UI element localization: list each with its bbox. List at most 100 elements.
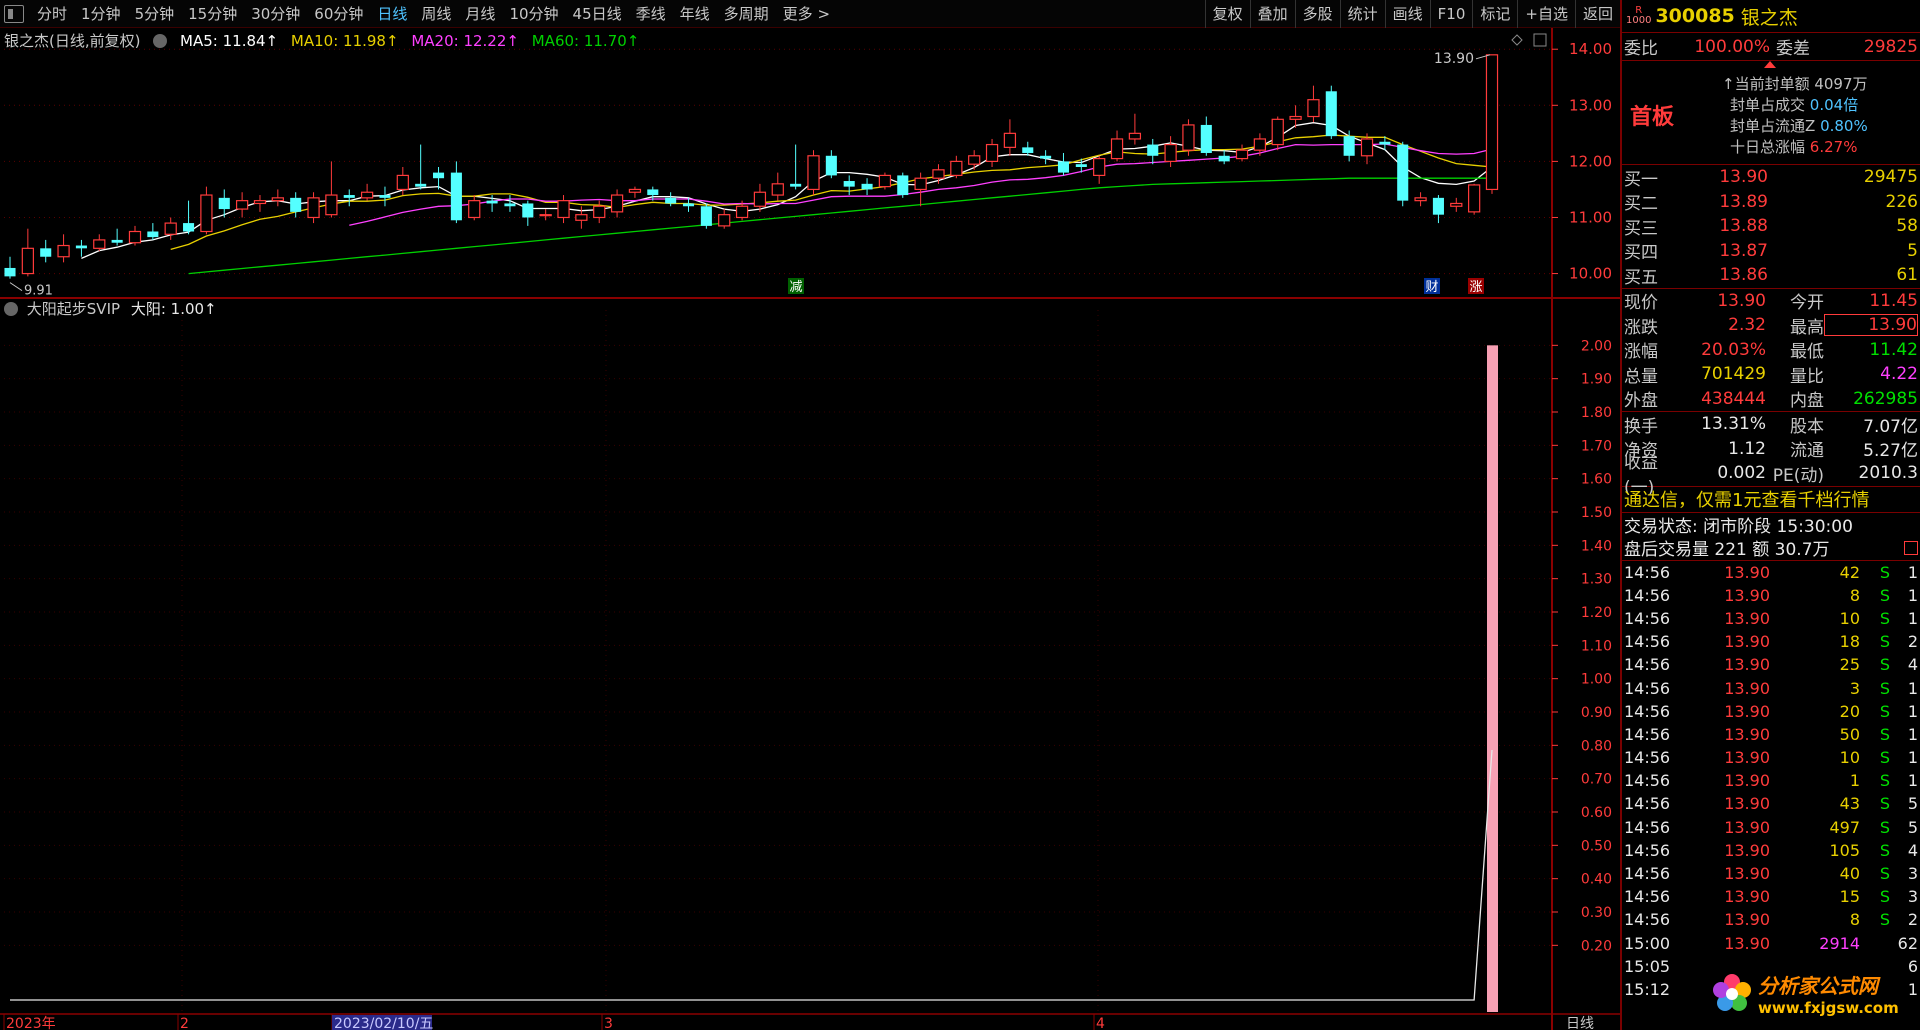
y-tick-label: 1.30	[1581, 572, 1612, 588]
y-tick-label: 1.70	[1581, 438, 1612, 454]
fundamentals-grid: 换手 13.31% 股本 7.07亿 净资 1.12 流通 5.27亿 收益(一) 0.002 PE…	[1622, 411, 1920, 498]
tool-button[interactable]: 标记	[1472, 0, 1517, 28]
promo-link[interactable]: 通达信，仅需1元查看千档行情	[1622, 485, 1920, 512]
flower-logo-icon	[1710, 972, 1754, 1016]
period-tab[interactable]: 季线	[629, 3, 673, 24]
candle-body	[1182, 124, 1195, 151]
y-tick-label: 0.60	[1581, 805, 1612, 821]
candle-body	[75, 245, 87, 249]
tool-button[interactable]: 画线	[1384, 0, 1430, 28]
collapse-arrow-icon[interactable]	[1764, 61, 1776, 68]
candle	[1003, 119, 1017, 156]
candle	[593, 200, 606, 224]
candle	[1485, 54, 1499, 194]
x-tick-label: 2023/02/10/五	[334, 1016, 433, 1030]
y-tick-label: 0.20	[1581, 938, 1612, 954]
x-tick-label: 2	[180, 1016, 189, 1030]
candle-body	[1218, 155, 1230, 162]
candle	[1307, 85, 1320, 123]
candle	[790, 144, 802, 190]
candle	[878, 172, 892, 190]
candle-body	[307, 197, 320, 219]
candle-body	[432, 172, 445, 179]
signal-line	[10, 749, 1493, 1001]
candle	[1432, 195, 1444, 224]
candle	[111, 228, 123, 246]
tool-button[interactable]: 返回	[1574, 0, 1620, 28]
tick-list[interactable]: 14:56 13.90 42 S 1 14:56 13.90 8 S 1 14:56 13.90 10 S…	[1622, 559, 1920, 1002]
event-tag-label: 涨	[1469, 280, 1482, 295]
candle-body	[379, 195, 391, 198]
period-tab[interactable]: 分时	[30, 3, 74, 24]
candle-body	[360, 191, 374, 199]
calendar-icon[interactable]	[1904, 540, 1918, 555]
candle-body	[147, 231, 159, 238]
candle	[771, 172, 784, 201]
candle-body	[128, 230, 142, 244]
candle-body	[1450, 202, 1463, 207]
tick-row: 14:56 13.90 25 S 4	[1624, 655, 1918, 675]
y-tick-label: 0.80	[1581, 738, 1612, 754]
ma-line-ma60	[188, 177, 1492, 275]
period-tab[interactable]: 30分钟	[244, 3, 307, 24]
period-tab[interactable]: 更多 >	[776, 3, 837, 24]
tool-button[interactable]: 叠加	[1249, 0, 1295, 28]
tool-button[interactable]: +自选	[1517, 0, 1575, 28]
indicator-value: 大阳: 1.00↑	[130, 300, 217, 318]
tool-button[interactable]: 统计	[1339, 0, 1385, 28]
candle-body	[4, 267, 16, 277]
period-tab[interactable]: 多周期	[717, 3, 776, 24]
menu-icon[interactable]	[4, 4, 24, 23]
bid-row[interactable]: 买一 13.90 29475	[1622, 165, 1920, 190]
fund-row: 换手 13.31% 股本 7.07亿	[1624, 414, 1918, 437]
indicator-name[interactable]: 大阳起步SVIP	[27, 300, 120, 318]
bid-row[interactable]: 买三 13.88 58	[1622, 214, 1920, 239]
candle-body	[1128, 132, 1142, 140]
candle	[1110, 130, 1124, 162]
chart-title: 银之杰(日线,前复权)	[4, 32, 141, 50]
ma5-value: MA5: 11.84↑	[180, 32, 279, 50]
bid-row[interactable]: 买二 13.89 226	[1622, 190, 1920, 215]
event-tag-label: 减	[789, 280, 802, 295]
period-tab[interactable]: 5分钟	[128, 3, 182, 24]
period-tab[interactable]: 周线	[414, 3, 458, 24]
tick-row: 14:56 13.90 42 S 1	[1624, 562, 1918, 582]
tool-button[interactable]: 多股	[1294, 0, 1340, 28]
tick-row: 14:56 13.90 18 S 2	[1624, 632, 1918, 652]
period-tab[interactable]: 10分钟	[502, 3, 565, 24]
candle-body	[753, 191, 767, 207]
candle	[1414, 192, 1427, 207]
period-tab[interactable]: 月线	[458, 3, 502, 24]
period-tab[interactable]: 45日线	[566, 3, 629, 24]
tool-button[interactable]: 复权	[1204, 0, 1250, 28]
tool-button[interactable]: F10	[1429, 0, 1473, 28]
period-tab[interactable]: 日线	[370, 3, 414, 24]
kline-chart[interactable]: 14.00 13.00 12.00 11.00 10.00 2.00 1.90 1.80 1.7…	[0, 28, 1620, 1030]
candle	[843, 175, 855, 196]
bid-row[interactable]: 买五 13.86 61	[1622, 263, 1920, 288]
candle	[21, 228, 34, 277]
signal-bar	[1487, 345, 1498, 1012]
candle	[468, 195, 481, 221]
period-tabs: 分时 1分钟 5分钟 15分钟 30分钟 60分钟 日线 周线 月线 10分钟 45日线 季线 年线 多周…	[30, 3, 837, 24]
tick-row: 14:56 13.90 40 S 3	[1624, 864, 1918, 884]
candle-body	[700, 206, 712, 226]
event-tag-zhang: 涨	[1468, 278, 1484, 295]
period-tab[interactable]: 15分钟	[181, 3, 244, 24]
period-tab[interactable]: 1分钟	[74, 3, 128, 24]
bid-row[interactable]: 买四 13.87 5	[1622, 239, 1920, 264]
indicator-settings-icon[interactable]	[4, 302, 18, 316]
candle	[968, 150, 981, 170]
period-tab[interactable]: 年线	[673, 3, 717, 24]
weicha-value: 29825	[1863, 36, 1918, 57]
candle	[1022, 141, 1034, 156]
tick-row: 14:56 13.90 20 S 1	[1624, 701, 1918, 721]
candle	[700, 203, 712, 229]
indicator-settings-icon[interactable]	[153, 34, 168, 48]
tick-row: 14:56 13.90 3 S 1	[1624, 678, 1918, 698]
candle	[450, 161, 462, 224]
high-price-label: 13.90	[1434, 51, 1474, 67]
period-tab[interactable]: 60分钟	[307, 3, 370, 24]
candle	[825, 150, 837, 179]
candle	[57, 234, 70, 263]
